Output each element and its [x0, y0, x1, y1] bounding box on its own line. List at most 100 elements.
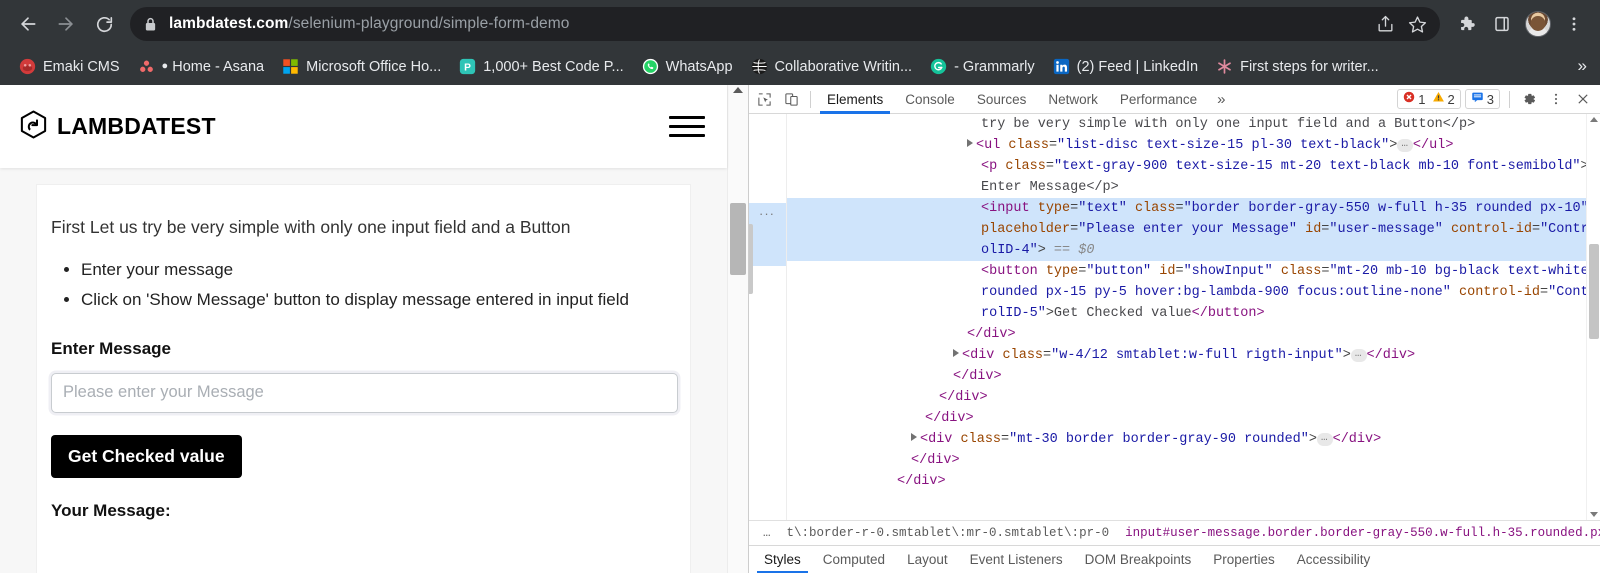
dom-line-text[interactable]: try be very simple with only one input f…: [787, 114, 1600, 135]
dom-line-div-mt30[interactable]: <div class="mt-30 border border-gray-90 …: [787, 429, 1600, 450]
url-text: lambdatest.com/selenium-playground/simpl…: [169, 15, 1426, 33]
scroll-down-arrow-icon[interactable]: [1590, 512, 1598, 517]
forward-button[interactable]: [48, 6, 84, 42]
close-icon[interactable]: [1569, 86, 1596, 112]
tab-network[interactable]: Network: [1037, 85, 1109, 114]
dom-line-close-div-5[interactable]: </div>: [787, 450, 1600, 471]
collapsed-children-button[interactable]: …: [1317, 433, 1333, 446]
your-message-label: Your Message:: [51, 501, 676, 521]
tab-performance[interactable]: Performance: [1109, 85, 1208, 114]
bookmark-microsoft-office[interactable]: Microsoft Office Ho...: [273, 54, 450, 79]
share-icon[interactable]: [1370, 9, 1400, 39]
warning-icon: [1432, 90, 1445, 108]
dom-line-button-3[interactable]: rolID-5">Get Checked value</button>: [787, 303, 1600, 324]
dom-line-close-div-2[interactable]: </div>: [787, 366, 1600, 387]
address-bar[interactable]: lambdatest.com/selenium-playground/simpl…: [130, 7, 1440, 41]
message-icon: [1471, 90, 1484, 108]
issue-counters[interactable]: 1 2: [1397, 89, 1460, 109]
tabs-overflow-button[interactable]: »: [1208, 91, 1234, 108]
bookmark-whatsapp[interactable]: WhatsApp: [633, 54, 742, 79]
dom-tree-scrollbar[interactable]: [1586, 114, 1600, 520]
back-button[interactable]: [10, 6, 46, 42]
error-count: 1: [1418, 92, 1425, 107]
styles-pane-tabs: Styles Computed Layout Event Listeners D…: [749, 545, 1600, 573]
url-path: /selenium-playground/simple-form-demo: [288, 15, 569, 32]
get-checked-value-button[interactable]: Get Checked value: [51, 435, 242, 478]
web-page-viewport: LAMBDATEST First Let us try be very simp…: [0, 85, 748, 573]
bookmarks-bar: Emaki CMS ● Home - Asana Microsoft Offic…: [0, 48, 1600, 85]
dom-line-button-2[interactable]: rounded px-15 py-5 hover:bg-lambda-900 f…: [787, 282, 1600, 303]
collapsed-children-button[interactable]: …: [1351, 349, 1367, 362]
dom-line-close-div-3[interactable]: </div>: [787, 387, 1600, 408]
tab-elements[interactable]: Elements: [816, 85, 894, 114]
message-input[interactable]: [51, 373, 678, 413]
expand-arrow-icon[interactable]: [967, 139, 973, 147]
lambdatest-logo[interactable]: LAMBDATEST: [18, 109, 216, 145]
expand-arrow-icon[interactable]: [953, 349, 959, 357]
list-item: Click on 'Show Message' button to displa…: [81, 286, 676, 313]
dom-line-close-div-1[interactable]: </div>: [787, 324, 1600, 345]
dom-tree[interactable]: try be very simple with only one input f…: [787, 114, 1600, 520]
bookmark-grammarly[interactable]: - Grammarly: [921, 54, 1044, 79]
dom-line-ul[interactable]: <ul class="list-disc text-size-15 pl-30 …: [787, 135, 1600, 156]
tab-accessibility[interactable]: Accessibility: [1286, 546, 1382, 573]
side-panel-icon[interactable]: [1486, 8, 1518, 40]
tab-computed[interactable]: Computed: [812, 546, 896, 573]
tab-sources[interactable]: Sources: [966, 85, 1038, 114]
scroll-up-arrow-icon[interactable]: [1590, 117, 1598, 122]
dom-selected-node[interactable]: <input type="text" class="border border-…: [787, 198, 1600, 261]
bookmark-first-steps-writer[interactable]: First steps for writer...: [1207, 54, 1388, 79]
bookmark-emaki-cms[interactable]: Emaki CMS: [10, 54, 129, 79]
dom-line-close-div-6[interactable]: </div>: [787, 471, 1600, 492]
panel-resize-handle[interactable]: [749, 224, 753, 294]
dom-line-p-open[interactable]: <p class="text-gray-900 text-size-15 mt-…: [787, 156, 1600, 177]
reload-button[interactable]: [86, 6, 122, 42]
tab-properties[interactable]: Properties: [1202, 546, 1286, 573]
lock-icon[interactable]: [144, 17, 157, 32]
puzzle-icon[interactable]: [1450, 8, 1482, 40]
tab-console[interactable]: Console: [894, 85, 966, 114]
three-dot-menu-icon[interactable]: [1542, 86, 1569, 112]
hamburger-menu-icon[interactable]: [669, 116, 705, 137]
inspect-element-icon[interactable]: [751, 86, 778, 112]
dom-scrollbar-thumb[interactable]: [1589, 244, 1599, 339]
expand-arrow-icon[interactable]: [911, 433, 917, 441]
device-toolbar-icon[interactable]: [778, 86, 805, 112]
breadcrumb-item-parent[interactable]: t\:border-r-0.smtablet\:mr-0.smtablet\:p…: [779, 521, 1118, 546]
dom-gutter: ···: [749, 114, 787, 520]
dom-line-p-text[interactable]: Enter Message</p>: [787, 177, 1600, 198]
bookmarks-overflow-button[interactable]: »: [1571, 54, 1594, 78]
bookmark-collaborative-writing[interactable]: Collaborative Writin...: [742, 54, 922, 79]
tab-layout[interactable]: Layout: [896, 546, 959, 573]
bookmark-best-code-p[interactable]: P 1,000+ Best Code P...: [450, 54, 632, 79]
dom-line-close-div-4[interactable]: </div>: [787, 408, 1600, 429]
star-icon[interactable]: [1402, 9, 1432, 39]
page-scrollbar[interactable]: [727, 85, 748, 573]
breadcrumb-overflow[interactable]: …: [755, 521, 779, 546]
tab-event-listeners[interactable]: Event Listeners: [959, 546, 1074, 573]
bookmark-label: Emaki CMS: [43, 59, 120, 75]
breadcrumb-item-selected[interactable]: input#user-message.border.border-gray-55…: [1117, 521, 1600, 546]
avatar[interactable]: [1522, 8, 1554, 40]
gear-icon[interactable]: [1515, 86, 1542, 112]
devtools-toolbar: Elements Console Sources Network Perform…: [749, 85, 1600, 114]
dom-line-div-right-input[interactable]: <div class="w-4/12 smtablet:w-full rigth…: [787, 345, 1600, 366]
message-counter[interactable]: 3: [1465, 89, 1500, 109]
bookmark-home-asana[interactable]: ● Home - Asana: [129, 54, 274, 79]
tab-styles[interactable]: Styles: [753, 546, 812, 573]
intro-text: First Let us try be very simple with onl…: [51, 215, 676, 240]
three-dot-menu[interactable]: [1558, 8, 1590, 40]
bookmark-label: (2) Feed | LinkedIn: [1077, 59, 1198, 75]
scroll-up-arrow-icon[interactable]: [733, 87, 743, 93]
bookmark-linkedin-feed[interactable]: (2) Feed | LinkedIn: [1044, 54, 1207, 79]
enter-message-label: Enter Message: [51, 339, 676, 359]
viewport-split: LAMBDATEST First Let us try be very simp…: [0, 85, 1600, 573]
instruction-list: Enter your message Click on 'Show Messag…: [51, 256, 676, 312]
gutter-ellipsis[interactable]: ···: [759, 203, 775, 224]
collapsed-children-button[interactable]: …: [1397, 139, 1413, 152]
page-scrollbar-thumb[interactable]: [730, 203, 746, 275]
site-header: LAMBDATEST: [0, 85, 727, 168]
dom-line-button-1[interactable]: <button type="button" id="showInput" cla…: [787, 261, 1600, 282]
bookmark-label: WhatsApp: [666, 59, 733, 75]
tab-dom-breakpoints[interactable]: DOM Breakpoints: [1074, 546, 1203, 573]
